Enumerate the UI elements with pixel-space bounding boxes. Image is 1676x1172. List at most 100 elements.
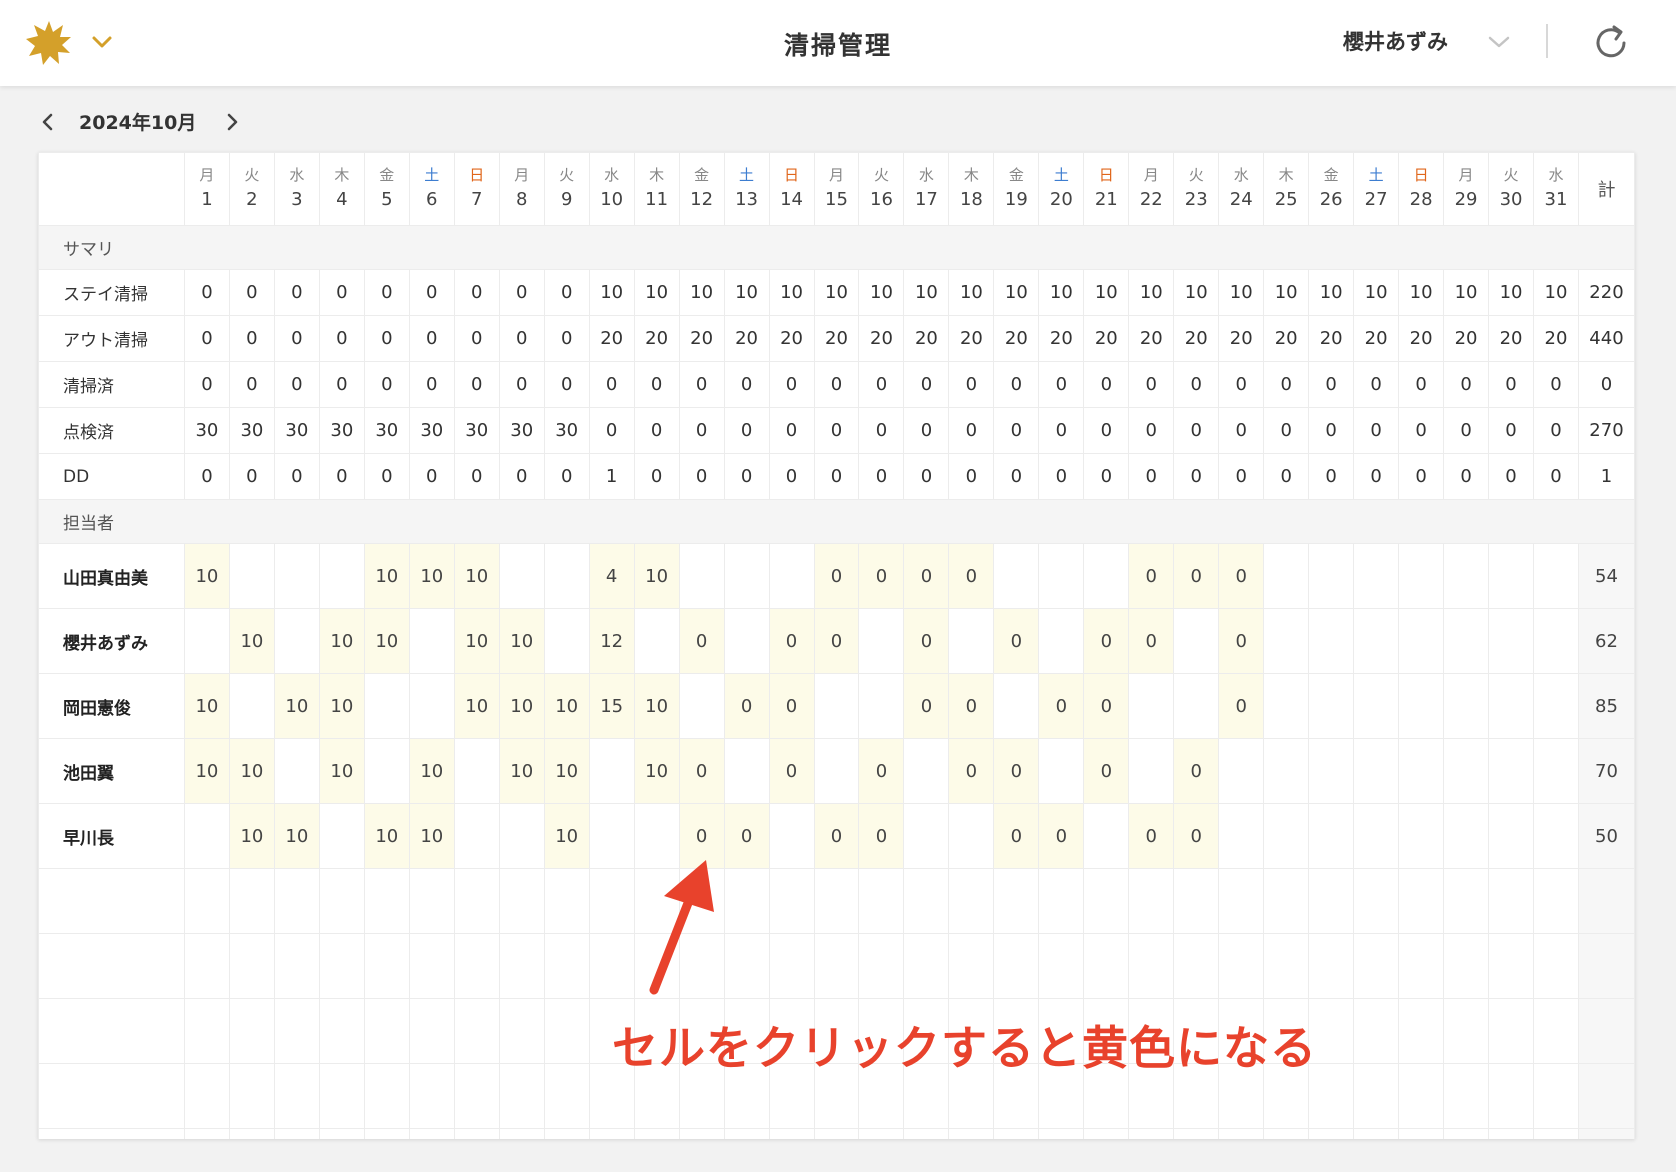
empty-cell[interactable] xyxy=(903,1128,950,1139)
empty-cell[interactable] xyxy=(813,1128,860,1139)
assignment-cell[interactable] xyxy=(273,738,320,804)
assignment-cell[interactable] xyxy=(1398,673,1445,739)
assignment-cell[interactable]: 0 xyxy=(1173,543,1220,609)
assignment-cell[interactable]: 0 xyxy=(903,608,950,674)
empty-cell[interactable] xyxy=(1488,1063,1534,1129)
assignment-cell[interactable]: 0 xyxy=(993,803,1040,869)
assignment-cell[interactable]: 0 xyxy=(948,543,995,609)
empty-cell[interactable] xyxy=(993,933,1040,999)
assignment-cell[interactable] xyxy=(1533,803,1579,869)
assignment-cell[interactable] xyxy=(228,543,275,609)
empty-cell[interactable] xyxy=(273,1063,320,1129)
assignment-cell[interactable] xyxy=(678,673,725,739)
empty-cell[interactable] xyxy=(1263,1128,1310,1139)
assignment-cell[interactable]: 10 xyxy=(318,738,365,804)
empty-cell[interactable] xyxy=(1488,933,1534,999)
assignment-cell[interactable] xyxy=(318,803,365,869)
assignment-cell[interactable] xyxy=(1533,608,1579,674)
empty-cell[interactable] xyxy=(543,933,590,999)
assignment-cell[interactable] xyxy=(453,803,500,869)
empty-cell[interactable] xyxy=(363,998,410,1064)
assignment-cell[interactable] xyxy=(408,673,455,739)
empty-cell[interactable] xyxy=(1308,933,1355,999)
assignment-cell[interactable]: 0 xyxy=(1083,738,1130,804)
empty-cell[interactable] xyxy=(1533,998,1579,1064)
assignment-cell[interactable]: 10 xyxy=(453,543,500,609)
empty-cell[interactable] xyxy=(1353,1128,1400,1139)
assignment-cell[interactable]: 0 xyxy=(858,738,905,804)
empty-cell[interactable] xyxy=(1263,933,1310,999)
empty-cell[interactable] xyxy=(543,1063,590,1129)
assignment-cell[interactable]: 10 xyxy=(453,608,500,674)
assignment-cell[interactable] xyxy=(903,738,950,804)
assignment-cell[interactable]: 10 xyxy=(363,803,410,869)
empty-cell[interactable] xyxy=(1128,1128,1175,1139)
empty-cell[interactable] xyxy=(1128,933,1175,999)
assignment-cell[interactable]: 0 xyxy=(948,738,995,804)
empty-cell[interactable] xyxy=(723,933,770,999)
assignment-cell[interactable] xyxy=(1083,543,1130,609)
assignment-cell[interactable] xyxy=(678,543,725,609)
assignment-cell[interactable] xyxy=(723,543,770,609)
user-menu-chevron-icon[interactable] xyxy=(1486,30,1512,54)
user-name[interactable]: 櫻井あずみ xyxy=(1343,26,1448,56)
assignment-cell[interactable] xyxy=(1128,738,1175,804)
empty-cell[interactable] xyxy=(228,1128,275,1139)
assignment-cell[interactable]: 10 xyxy=(273,803,320,869)
assignment-cell[interactable]: 0 xyxy=(768,608,815,674)
assignment-cell[interactable]: 0 xyxy=(813,543,860,609)
empty-cell[interactable] xyxy=(1128,868,1175,934)
assignment-cell[interactable] xyxy=(903,803,950,869)
empty-cell[interactable] xyxy=(1533,933,1579,999)
empty-cell[interactable] xyxy=(1038,933,1085,999)
assignment-cell[interactable] xyxy=(1263,803,1310,869)
assignment-cell[interactable] xyxy=(1443,608,1490,674)
empty-cell[interactable] xyxy=(948,868,995,934)
empty-cell[interactable] xyxy=(1263,868,1310,934)
assignment-cell[interactable] xyxy=(1308,803,1355,869)
assignment-cell[interactable] xyxy=(1398,543,1445,609)
assignment-cell[interactable] xyxy=(543,608,590,674)
empty-cell[interactable] xyxy=(408,998,455,1064)
empty-cell[interactable] xyxy=(363,1128,410,1139)
empty-cell[interactable] xyxy=(408,1063,455,1129)
empty-cell[interactable] xyxy=(1038,868,1085,934)
assignment-cell[interactable] xyxy=(1263,738,1310,804)
assignment-cell[interactable]: 10 xyxy=(633,543,680,609)
empty-cell[interactable] xyxy=(273,1128,320,1139)
reload-icon[interactable] xyxy=(1592,24,1630,62)
assignment-cell[interactable] xyxy=(1488,738,1534,804)
assignment-cell[interactable]: 0 xyxy=(993,738,1040,804)
empty-cell[interactable] xyxy=(363,868,410,934)
empty-cell[interactable] xyxy=(228,933,275,999)
assignment-cell[interactable] xyxy=(363,673,410,739)
empty-cell[interactable] xyxy=(318,933,365,999)
assignment-cell[interactable] xyxy=(1398,803,1445,869)
empty-cell[interactable] xyxy=(228,1063,275,1129)
empty-cell[interactable] xyxy=(993,1128,1040,1139)
assignment-cell[interactable] xyxy=(858,673,905,739)
empty-cell[interactable] xyxy=(183,1063,230,1129)
assignment-cell[interactable] xyxy=(1488,803,1534,869)
empty-cell[interactable] xyxy=(1488,998,1534,1064)
assignment-cell[interactable] xyxy=(1038,608,1085,674)
empty-cell[interactable] xyxy=(678,1128,725,1139)
assignment-cell[interactable] xyxy=(228,673,275,739)
empty-cell[interactable] xyxy=(768,933,815,999)
empty-cell[interactable] xyxy=(1443,868,1490,934)
assignment-cell[interactable]: 10 xyxy=(543,738,590,804)
assignment-cell[interactable] xyxy=(1038,543,1085,609)
assignment-cell[interactable] xyxy=(1533,543,1579,609)
assignment-cell[interactable] xyxy=(723,738,770,804)
empty-cell[interactable] xyxy=(273,933,320,999)
empty-cell[interactable] xyxy=(723,1128,770,1139)
assignment-cell[interactable]: 0 xyxy=(1128,608,1175,674)
assignment-cell[interactable]: 10 xyxy=(408,543,455,609)
empty-cell[interactable] xyxy=(1353,1063,1400,1129)
assignment-cell[interactable]: 0 xyxy=(678,803,725,869)
empty-cell[interactable] xyxy=(1038,1128,1085,1139)
empty-cell[interactable] xyxy=(1488,868,1534,934)
empty-cell[interactable] xyxy=(1173,868,1220,934)
assignment-cell[interactable]: 0 xyxy=(1128,803,1175,869)
empty-cell[interactable] xyxy=(1308,1128,1355,1139)
